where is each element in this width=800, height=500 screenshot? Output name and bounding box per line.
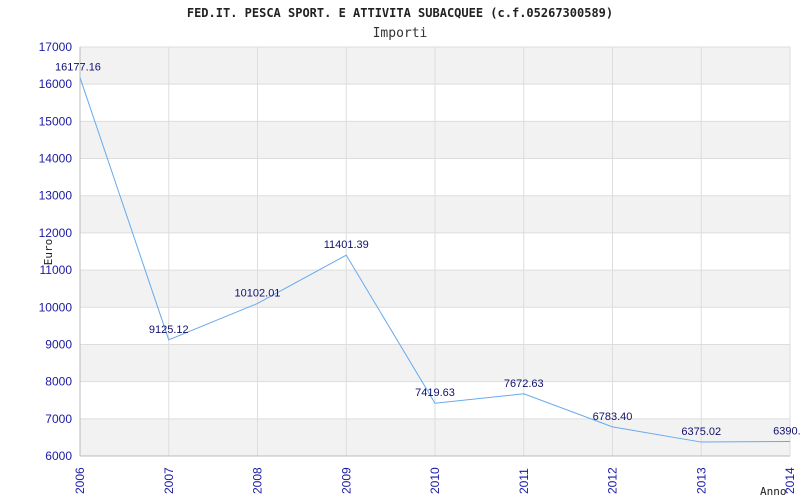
line-chart: FED.IT. PESCA SPORT. E ATTIVITA SUBACQUE… bbox=[39, 6, 800, 498]
chart-title: FED.IT. PESCA SPORT. E ATTIVITA SUBACQUE… bbox=[187, 6, 613, 20]
y-tick-label: 10000 bbox=[39, 300, 73, 314]
y-tick-label: 8000 bbox=[45, 375, 72, 389]
data-label: 7672.63 bbox=[504, 378, 544, 390]
data-label: 7419.63 bbox=[415, 387, 455, 399]
y-tick-label: 6000 bbox=[45, 449, 72, 463]
x-tick-label: 2008 bbox=[251, 467, 265, 494]
y-axis-label: Euro bbox=[42, 239, 55, 266]
data-label: 11401.39 bbox=[324, 239, 369, 251]
chart-subtitle: Importi bbox=[373, 26, 428, 41]
y-tick-label: 16000 bbox=[39, 77, 73, 91]
x-tick-label: 2006 bbox=[73, 467, 87, 494]
y-tick-label: 17000 bbox=[39, 40, 73, 54]
data-label: 9125.12 bbox=[149, 324, 189, 336]
y-tick-label: 12000 bbox=[39, 226, 73, 240]
x-tick-label: 2007 bbox=[162, 467, 176, 494]
x-tick-label: 2009 bbox=[339, 467, 353, 494]
data-label: 6375.02 bbox=[681, 426, 721, 438]
y-tick-label: 7000 bbox=[45, 412, 72, 426]
y-tick-label: 14000 bbox=[39, 152, 73, 166]
x-tick-label: 2013 bbox=[694, 467, 708, 494]
x-tick-label: 2011 bbox=[517, 468, 531, 494]
x-tick-label: 2010 bbox=[428, 467, 442, 494]
x-axis-label: Anno bbox=[760, 485, 787, 498]
data-label: 6783.40 bbox=[593, 411, 633, 423]
data-label: 16177.16 bbox=[55, 62, 101, 74]
x-tick-label: 2012 bbox=[606, 467, 620, 494]
data-label: 10102.01 bbox=[235, 287, 281, 299]
data-label: 6390.9 bbox=[773, 425, 800, 437]
y-tick-label: 15000 bbox=[39, 114, 73, 128]
y-tick-label: 9000 bbox=[45, 337, 72, 351]
x-axis-ticks: 2006 2007 2008 2009 2010 2011 2012 2013 2014 bbox=[73, 467, 797, 494]
y-tick-label: 13000 bbox=[39, 189, 73, 203]
